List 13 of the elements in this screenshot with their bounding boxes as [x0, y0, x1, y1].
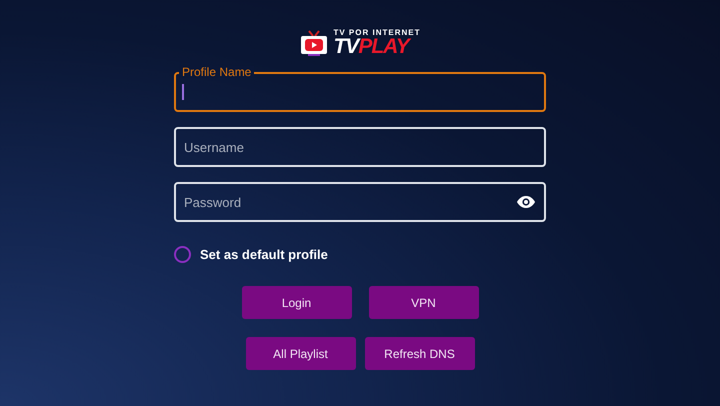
eye-icon[interactable]	[516, 195, 536, 209]
tv-play-icon	[299, 29, 330, 57]
action-button[interactable]: All Playlist	[246, 337, 356, 370]
logo-wordmark: PLAY	[358, 36, 409, 57]
logo-wordmark: TV	[333, 36, 358, 57]
field-label: Profile Name	[179, 66, 254, 78]
text-cursor	[182, 84, 184, 100]
radio-button[interactable]	[174, 246, 191, 263]
action-button[interactable]: Refresh DNS	[364, 337, 474, 370]
action-button[interactable]: Login	[242, 286, 352, 319]
logo-tagline: TV POR INTERNET	[333, 29, 420, 37]
checkbox-label: Set as default profile	[200, 247, 328, 262]
action-button[interactable]: VPN	[368, 286, 478, 319]
